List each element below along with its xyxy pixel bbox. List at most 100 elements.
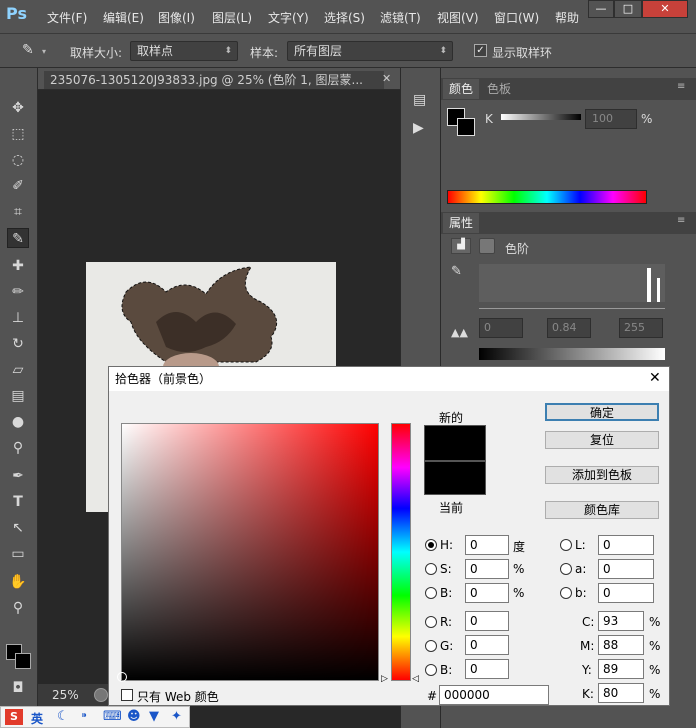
color-background-swatch[interactable]	[457, 118, 475, 136]
zoom-tool-icon[interactable]: ⚲	[7, 598, 29, 618]
radio-red[interactable]	[425, 616, 437, 628]
brightness-input[interactable]: 0	[465, 583, 509, 603]
saturation-input[interactable]: 0	[465, 559, 509, 579]
hue-input[interactable]: 0	[465, 535, 509, 555]
saturation-brightness-field[interactable]	[117, 423, 379, 682]
menu-file[interactable]: 文件(F)	[47, 9, 87, 26]
radio-blue[interactable]	[425, 664, 437, 676]
black-input[interactable]: 80	[598, 683, 644, 703]
cyan-input[interactable]: 93	[598, 611, 644, 631]
actions-panel-icon[interactable]: ▶	[413, 120, 424, 136]
web-only-checkbox[interactable]	[121, 689, 133, 701]
status-info-icon[interactable]	[94, 688, 108, 702]
color-ramp[interactable]	[447, 190, 647, 204]
auto-levels-icon[interactable]: ▲▲	[451, 326, 468, 339]
reset-button[interactable]: 复位	[545, 431, 659, 449]
history-brush-tool-icon[interactable]: ↻	[7, 334, 29, 354]
levels-white-input[interactable]: 255	[619, 318, 663, 338]
k-value-input[interactable]: 100	[585, 109, 637, 129]
wrench-icon[interactable]: ✦	[171, 709, 182, 724]
sample-size-select[interactable]: 取样点 ⬍	[130, 41, 238, 61]
punctuation-icon[interactable]: ⁍	[81, 709, 88, 724]
radio-lab-l[interactable]	[560, 539, 572, 551]
show-ring-checkbox[interactable]: ✓	[474, 44, 487, 57]
minimize-button[interactable]: —	[588, 0, 614, 18]
color-libraries-button[interactable]: 颜色库	[545, 501, 659, 519]
lab-l-input[interactable]: 0	[598, 535, 654, 555]
yellow-input[interactable]: 89	[598, 659, 644, 679]
moon-icon[interactable]: ☾	[57, 709, 69, 724]
path-select-tool-icon[interactable]: ↖	[7, 518, 29, 538]
radio-lab-a[interactable]	[560, 563, 572, 575]
crop-tool-icon[interactable]: ⌗	[7, 202, 29, 222]
menu-filter[interactable]: 滤镜(T)	[380, 9, 421, 26]
hue-slider-left-arrow-icon[interactable]: ▷	[381, 674, 388, 684]
hue-slider-right-arrow-icon[interactable]: ◁	[412, 674, 419, 684]
ok-button[interactable]: 确定	[545, 403, 659, 421]
maximize-button[interactable]: □	[614, 0, 642, 18]
levels-black-input[interactable]: 0	[479, 318, 523, 338]
radio-green[interactable]	[425, 640, 437, 652]
history-panel-icon[interactable]: ▤	[413, 92, 426, 108]
panel-menu-icon[interactable]: ≡	[677, 81, 685, 92]
hand-tool-icon[interactable]: ✋	[7, 572, 29, 592]
rectangle-tool-icon[interactable]: ▭	[7, 544, 29, 564]
eraser-tool-icon[interactable]: ▱	[7, 360, 29, 380]
lab-a-input[interactable]: 0	[598, 559, 654, 579]
blur-tool-icon[interactable]: ●	[7, 412, 29, 432]
ime-language-toggle[interactable]: 英	[31, 710, 43, 727]
marquee-tool-icon[interactable]: ⬚	[7, 124, 29, 144]
k-slider[interactable]	[501, 114, 581, 120]
menu-window[interactable]: 窗口(W)	[494, 9, 539, 26]
type-tool-icon[interactable]: T	[7, 492, 29, 512]
move-tool-icon[interactable]: ✥	[7, 98, 29, 118]
close-window-button[interactable]: ✕	[642, 0, 688, 18]
hex-input[interactable]: 000000	[439, 685, 549, 705]
eyedropper-preset-icon[interactable]: ✎	[22, 42, 40, 60]
magenta-input[interactable]: 88	[598, 635, 644, 655]
levels-adjustment-icon[interactable]: ▟	[451, 238, 471, 254]
radio-lab-b[interactable]	[560, 587, 572, 599]
radio-hue[interactable]	[425, 539, 437, 551]
pen-tool-icon[interactable]: ✒	[7, 466, 29, 486]
gradient-tool-icon[interactable]: ▤	[7, 386, 29, 406]
output-levels-gradient[interactable]	[479, 348, 665, 360]
quick-mask-icon[interactable]: ◘	[7, 678, 29, 698]
eyedropper-tool-icon[interactable]: ✎	[7, 228, 29, 248]
background-color-swatch[interactable]	[15, 653, 31, 669]
lasso-tool-icon[interactable]: ◌	[7, 150, 29, 170]
dialog-close-icon[interactable]: ✕	[649, 370, 661, 386]
menu-layer[interactable]: 图层(L)	[212, 9, 252, 26]
healing-brush-tool-icon[interactable]: ✚	[7, 256, 29, 276]
brush-tool-icon[interactable]: ✏	[7, 282, 29, 302]
current-color-preview[interactable]	[424, 461, 486, 495]
document-tab[interactable]: 235076-1305120J93833.jpg @ 25% (色阶 1, 图层…	[44, 71, 384, 89]
sample-select[interactable]: 所有图层 ⬍	[287, 41, 453, 61]
red-input[interactable]: 0	[465, 611, 509, 631]
menu-help[interactable]: 帮助	[555, 9, 579, 26]
tab-swatches[interactable]: 色板	[481, 79, 517, 99]
blue-input[interactable]: 0	[465, 659, 509, 679]
menu-image[interactable]: 图像(I)	[158, 9, 195, 26]
green-input[interactable]: 0	[465, 635, 509, 655]
stamp-tool-icon[interactable]: ⊥	[7, 308, 29, 328]
hue-slider[interactable]	[391, 423, 411, 681]
panel-menu-icon[interactable]: ≡	[677, 215, 685, 226]
mask-icon[interactable]	[479, 238, 495, 254]
input-levels-track[interactable]	[479, 308, 665, 309]
user-icon[interactable]: ☻	[127, 709, 141, 724]
dodge-tool-icon[interactable]: ⚲	[7, 438, 29, 458]
menu-type[interactable]: 文字(Y)	[268, 9, 309, 26]
quick-select-tool-icon[interactable]: ✐	[7, 176, 29, 196]
radio-saturation[interactable]	[425, 563, 437, 575]
lab-b-input[interactable]: 0	[598, 583, 654, 603]
chevron-down-icon[interactable]: ▾	[42, 47, 46, 56]
color-picker-cursor[interactable]	[117, 672, 127, 682]
keyboard-icon[interactable]: ⌨	[103, 709, 122, 724]
sogou-icon[interactable]: S	[5, 709, 23, 725]
menu-view[interactable]: 视图(V)	[437, 9, 479, 26]
tab-properties[interactable]: 属性	[443, 213, 480, 233]
levels-gamma-input[interactable]: 0.84	[547, 318, 591, 338]
tab-color[interactable]: 颜色	[443, 79, 480, 99]
add-to-swatches-button[interactable]: 添加到色板	[545, 466, 659, 484]
